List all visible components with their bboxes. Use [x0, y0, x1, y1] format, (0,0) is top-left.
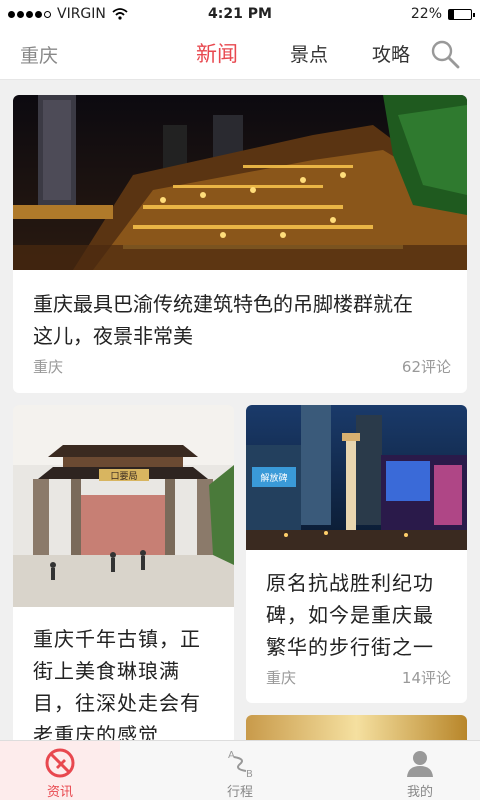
featured-article-title[interactable]: 重庆最具巴渝传统建筑特色的吊脚楼群就在 这儿，夜景非常美	[33, 288, 453, 352]
hongyadong-night-photo	[13, 95, 467, 270]
title-line: 繁华的步行街之一	[266, 635, 434, 659]
status-left: VIRGIN	[8, 6, 188, 22]
tab-label: 行程	[226, 785, 253, 800]
title-line: 目，往深处走会有	[33, 691, 201, 715]
tab-news[interactable]: 新闻	[196, 38, 238, 68]
route-icon: A B	[228, 750, 253, 779]
tab-guides[interactable]: 攻略	[372, 40, 410, 67]
title-line: 重庆千年古镇，正	[33, 627, 201, 651]
comment-count: 14评论	[401, 669, 451, 687]
tab-profile[interactable]: 我的	[360, 741, 480, 800]
tab-label: 我的	[406, 785, 433, 800]
svg-text:解放碑: 解放碑	[260, 472, 287, 484]
article-tag: 重庆	[266, 669, 297, 687]
tab-attractions[interactable]: 景点	[290, 40, 328, 67]
article-tag: 重庆	[33, 358, 64, 376]
battery-level	[449, 9, 454, 19]
battery-percent: 22%	[410, 6, 442, 22]
tab-news-feed[interactable]: 资讯	[0, 741, 120, 800]
svg-text:A: A	[228, 750, 235, 761]
title-line: 这儿，夜景非常美	[33, 324, 193, 348]
status-bar: VIRGIN 4:21 PM 22%	[0, 0, 480, 28]
city-selector[interactable]: 重庆	[20, 41, 58, 68]
svg-text:口要局: 口要局	[110, 471, 137, 482]
jiefangbei-night-photo: 解放碑	[246, 405, 467, 550]
title-line: 原名抗战胜利纪功	[266, 571, 434, 595]
article-card-jiefangbei[interactable]: 解放碑 原名抗战胜利纪功 碑，如今是重庆最 繁华的步行街之一 重庆 14评论	[246, 405, 467, 703]
bottom-tab-bar: 资讯 A B 行程 我的	[0, 740, 480, 800]
title-line: 重庆最具巴渝传统建筑特色的吊脚楼群就在	[33, 292, 413, 316]
article-card-ancient-town[interactable]: 口要局 重庆千年古镇，正 街上美食琳琅满 目，往深处走会有 老重庆的感觉	[13, 405, 234, 745]
tab-itinerary[interactable]: A B 行程	[180, 741, 300, 800]
jiefangbei-article-title[interactable]: 原名抗战胜利纪功 碑，如今是重庆最 繁华的步行街之一	[266, 567, 456, 663]
ancient-town-gate-photo: 口要局	[13, 405, 234, 607]
title-line: 碑，如今是重庆最	[266, 603, 434, 627]
search-icon[interactable]	[430, 39, 460, 69]
carrier-name: VIRGIN	[57, 6, 106, 22]
featured-article-card[interactable]: 重庆最具巴渝传统建筑特色的吊脚楼群就在 这儿，夜景非常美 重庆 62评论	[13, 95, 467, 393]
signal-strength-icon	[8, 10, 51, 18]
title-line: 街上美食琳琅满	[33, 659, 180, 683]
wifi-icon	[112, 8, 128, 20]
ancient-town-article-title[interactable]: 重庆千年古镇，正 街上美食琳琅满 目，往深处走会有 老重庆的感觉	[33, 623, 223, 745]
svg-text:B: B	[246, 769, 253, 779]
top-nav: 重庆 新闻 景点 攻略	[0, 28, 480, 80]
tab-label: 资讯	[46, 785, 73, 800]
status-right: 22%	[292, 6, 475, 22]
news-icon	[45, 748, 75, 778]
battery-icon	[448, 8, 475, 20]
status-time: 4:21 PM	[208, 6, 272, 22]
comment-count: 62评论	[401, 358, 451, 376]
profile-icon	[407, 751, 433, 777]
